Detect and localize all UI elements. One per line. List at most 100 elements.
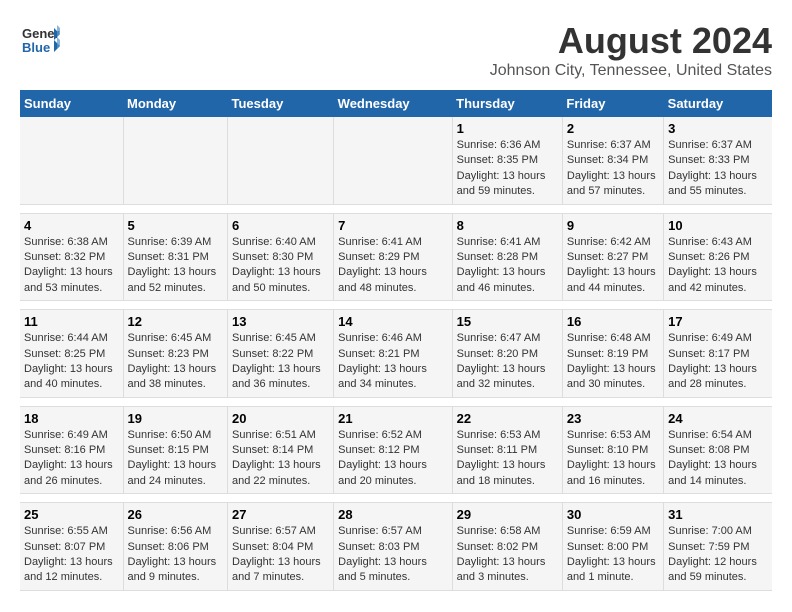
calendar-cell: 7Sunrise: 6:41 AMSunset: 8:29 PMDaylight… — [334, 213, 453, 301]
day-number: 22 — [457, 411, 558, 426]
day-info: Sunrise: 6:56 AMSunset: 8:06 PMDaylight:… — [128, 524, 224, 586]
day-info: Sunrise: 6:41 AMSunset: 8:28 PMDaylight:… — [457, 235, 558, 297]
header-wednesday: Wednesday — [334, 90, 453, 117]
day-info: Sunrise: 6:57 AMSunset: 8:04 PMDaylight:… — [232, 524, 329, 586]
day-info: Sunrise: 6:53 AMSunset: 8:10 PMDaylight:… — [567, 428, 659, 490]
day-number: 1 — [457, 121, 558, 136]
day-info: Sunrise: 6:36 AMSunset: 8:35 PMDaylight:… — [457, 138, 558, 200]
calendar-cell: 25 Sunrise: 6:55 AMSunset: 8:07 PMDayligh… — [20, 503, 123, 591]
header-thursday: Thursday — [452, 90, 562, 117]
day-number: 25 — [24, 507, 119, 522]
calendar-cell: 26 Sunrise: 6:56 AMSunset: 8:06 PMDayligh… — [123, 503, 228, 591]
day-info: Sunrise: 6:47 AMSunset: 8:20 PMDaylight:… — [457, 331, 558, 393]
day-number: 12 — [128, 314, 224, 329]
calendar-cell: 28 Sunrise: 6:57 AMSunset: 8:03 PMDayligh… — [334, 503, 453, 591]
calendar-cell: 2Sunrise: 6:37 AMSunset: 8:34 PMDaylight… — [562, 117, 663, 204]
day-number: 21 — [338, 411, 448, 426]
day-number: 30 — [567, 507, 659, 522]
calendar-cell: 14Sunrise: 6:46 AMSunset: 8:21 PMDayligh… — [334, 310, 453, 398]
day-number: 4 — [24, 218, 119, 233]
calendar-table: Sunday Monday Tuesday Wednesday Thursday… — [20, 90, 772, 591]
calendar-cell: 17 Sunrise: 6:49 AMSunset: 8:17 PMDayligh… — [664, 310, 772, 398]
day-number: 26 — [128, 507, 224, 522]
day-info: Sunrise: 6:54 AMSunset: 8:08 PMDaylight:… — [668, 428, 768, 490]
calendar-cell: 1 Sunrise: 6:36 AMSunset: 8:35 PMDaylight… — [452, 117, 562, 204]
day-info: Sunrise: 6:45 AMSunset: 8:23 PMDaylight:… — [128, 331, 224, 393]
day-info: Sunrise: 6:58 AMSunset: 8:02 PMDaylight:… — [457, 524, 558, 586]
day-info: Sunrise: 6:49 AMSunset: 8:17 PMDaylight:… — [668, 331, 768, 393]
calendar-cell: 19 Sunrise: 6:50 AMSunset: 8:15 PMDayligh… — [123, 406, 228, 494]
day-number: 11 — [24, 314, 119, 329]
calendar-cell: 10Sunrise: 6:43 AMSunset: 8:26 PMDayligh… — [664, 213, 772, 301]
header-friday: Friday — [562, 90, 663, 117]
day-info: Sunrise: 6:53 AMSunset: 8:11 PMDaylight:… — [457, 428, 558, 490]
calendar-cell: 6 Sunrise: 6:40 AMSunset: 8:30 PMDaylight… — [228, 213, 334, 301]
header-tuesday: Tuesday — [228, 90, 334, 117]
day-number: 24 — [668, 411, 768, 426]
day-number: 27 — [232, 507, 329, 522]
day-info: Sunrise: 6:51 AMSunset: 8:14 PMDaylight:… — [232, 428, 329, 490]
header: General Blue August 2024 Johnson City, T… — [20, 20, 772, 80]
day-info: Sunrise: 6:57 AMSunset: 8:03 PMDaylight:… — [338, 524, 448, 586]
day-number: 31 — [668, 507, 768, 522]
day-info: Sunrise: 6:55 AMSunset: 8:07 PMDaylight:… — [24, 524, 119, 586]
day-number: 19 — [128, 411, 224, 426]
day-number: 15 — [457, 314, 558, 329]
day-number: 6 — [232, 218, 329, 233]
row-separator — [20, 397, 772, 406]
calendar-cell: 21 Sunrise: 6:52 AMSunset: 8:12 PMDayligh… — [334, 406, 453, 494]
row-separator — [20, 494, 772, 503]
calendar-week-row: 1 Sunrise: 6:36 AMSunset: 8:35 PMDaylight… — [20, 117, 772, 204]
calendar-cell: 24 Sunrise: 6:54 AMSunset: 8:08 PMDayligh… — [664, 406, 772, 494]
day-number: 28 — [338, 507, 448, 522]
calendar-cell — [334, 117, 453, 204]
day-number: 7 — [338, 218, 448, 233]
day-info: Sunrise: 6:49 AMSunset: 8:16 PMDaylight:… — [24, 428, 119, 490]
calendar-cell: 5 Sunrise: 6:39 AMSunset: 8:31 PMDaylight… — [123, 213, 228, 301]
calendar-cell: 22 Sunrise: 6:53 AMSunset: 8:11 PMDayligh… — [452, 406, 562, 494]
calendar-cell: 9Sunrise: 6:42 AMSunset: 8:27 PMDaylight… — [562, 213, 663, 301]
day-info: Sunrise: 6:39 AMSunset: 8:31 PMDaylight:… — [128, 235, 224, 297]
row-separator — [20, 204, 772, 213]
calendar-cell: 30 Sunrise: 6:59 AMSunset: 8:00 PMDayligh… — [562, 503, 663, 591]
calendar-cell: 27 Sunrise: 6:57 AMSunset: 8:04 PMDayligh… — [228, 503, 334, 591]
day-info: Sunrise: 6:50 AMSunset: 8:15 PMDaylight:… — [128, 428, 224, 490]
day-number: 3 — [668, 121, 768, 136]
day-info: Sunrise: 6:38 AMSunset: 8:32 PMDaylight:… — [24, 235, 119, 297]
day-info: Sunrise: 6:52 AMSunset: 8:12 PMDaylight:… — [338, 428, 448, 490]
title-area: August 2024 Johnson City, Tennessee, Uni… — [490, 20, 772, 80]
day-info: Sunrise: 6:48 AMSunset: 8:19 PMDaylight:… — [567, 331, 659, 393]
day-number: 2 — [567, 121, 659, 136]
calendar-cell: 3 Sunrise: 6:37 AMSunset: 8:33 PMDaylight… — [664, 117, 772, 204]
day-info: Sunrise: 6:44 AMSunset: 8:25 PMDaylight:… — [24, 331, 119, 393]
day-info: Sunrise: 6:37 AMSunset: 8:33 PMDaylight:… — [668, 138, 768, 200]
svg-text:Blue: Blue — [22, 40, 50, 55]
logo-mark: General Blue — [20, 20, 60, 65]
day-number: 17 — [668, 314, 768, 329]
day-info: Sunrise: 6:59 AMSunset: 8:00 PMDaylight:… — [567, 524, 659, 586]
day-number: 10 — [668, 218, 768, 233]
calendar-cell: 11 Sunrise: 6:44 AMSunset: 8:25 PMDayligh… — [20, 310, 123, 398]
day-info: Sunrise: 6:40 AMSunset: 8:30 PMDaylight:… — [232, 235, 329, 297]
calendar-cell: 15 Sunrise: 6:47 AMSunset: 8:20 PMDayligh… — [452, 310, 562, 398]
day-number: 5 — [128, 218, 224, 233]
day-number: 16 — [567, 314, 659, 329]
calendar-cell — [20, 117, 123, 204]
subtitle: Johnson City, Tennessee, United States — [490, 62, 772, 80]
calendar-cell: 29 Sunrise: 6:58 AMSunset: 8:02 PMDayligh… — [452, 503, 562, 591]
calendar-cell — [123, 117, 228, 204]
day-number: 20 — [232, 411, 329, 426]
day-number: 18 — [24, 411, 119, 426]
calendar-week-row: 11 Sunrise: 6:44 AMSunset: 8:25 PMDayligh… — [20, 310, 772, 398]
calendar-cell: 20 Sunrise: 6:51 AMSunset: 8:14 PMDayligh… — [228, 406, 334, 494]
day-number: 29 — [457, 507, 558, 522]
calendar-cell: 16 Sunrise: 6:48 AMSunset: 8:19 PMDayligh… — [562, 310, 663, 398]
calendar-cell: 13Sunrise: 6:45 AMSunset: 8:22 PMDayligh… — [228, 310, 334, 398]
day-number: 9 — [567, 218, 659, 233]
day-number: 8 — [457, 218, 558, 233]
header-saturday: Saturday — [664, 90, 772, 117]
day-info: Sunrise: 7:00 AMSunset: 7:59 PMDaylight:… — [668, 524, 768, 586]
header-monday: Monday — [123, 90, 228, 117]
calendar-cell: 8 Sunrise: 6:41 AMSunset: 8:28 PMDaylight… — [452, 213, 562, 301]
logo: General Blue — [20, 20, 60, 65]
